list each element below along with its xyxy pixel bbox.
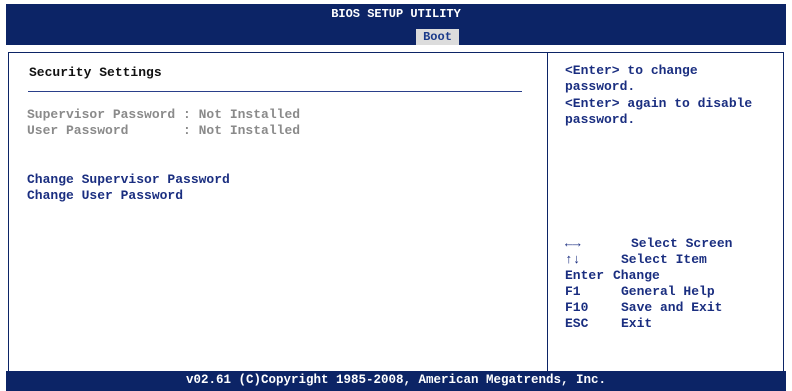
key-desc-save-exit: Save and Exit [621,300,723,315]
panel-divider [547,53,548,371]
copyright-text: v02.61 (C)Copyright 1985-2008, American … [185,373,607,387]
supervisor-password-status: Supervisor Password : Not Installed [27,107,301,122]
help-text-change: <Enter> to change password. [565,63,698,94]
help-text-disable: <Enter> again to disable password. [565,96,753,127]
user-password-status: User Password : Not Installed [27,123,301,138]
main-panel: Security Settings Supervisor Password : … [8,52,784,372]
change-supervisor-password-item[interactable]: Change Supervisor Password [27,172,230,187]
key-desc-select-screen: Select Screen [631,236,733,251]
key-esc: ESC [565,316,589,331]
change-user-password-item[interactable]: Change User Password [27,188,183,203]
section-divider [28,91,522,92]
key-f10: F10 [565,300,589,315]
key-desc-exit: Exit [621,316,653,331]
up-down-arrows-icon: ↑↓ [565,252,581,267]
key-desc-select-item: Select Item [621,252,707,267]
key-enter: Enter [565,268,605,283]
window-title: BIOS SETUP UTILITY [331,7,461,21]
tab-boot[interactable]: Boot [416,29,459,45]
section-title: Security Settings [29,65,162,80]
key-desc-general-help: General Help [621,284,715,299]
title-bar: BIOS SETUP UTILITY Boot [6,4,786,45]
key-f1: F1 [565,284,581,299]
left-right-arrows-icon: ←→ [565,236,581,251]
footer-bar: v02.61 (C)Copyright 1985-2008, American … [6,371,786,391]
key-desc-change: Change [613,268,660,283]
